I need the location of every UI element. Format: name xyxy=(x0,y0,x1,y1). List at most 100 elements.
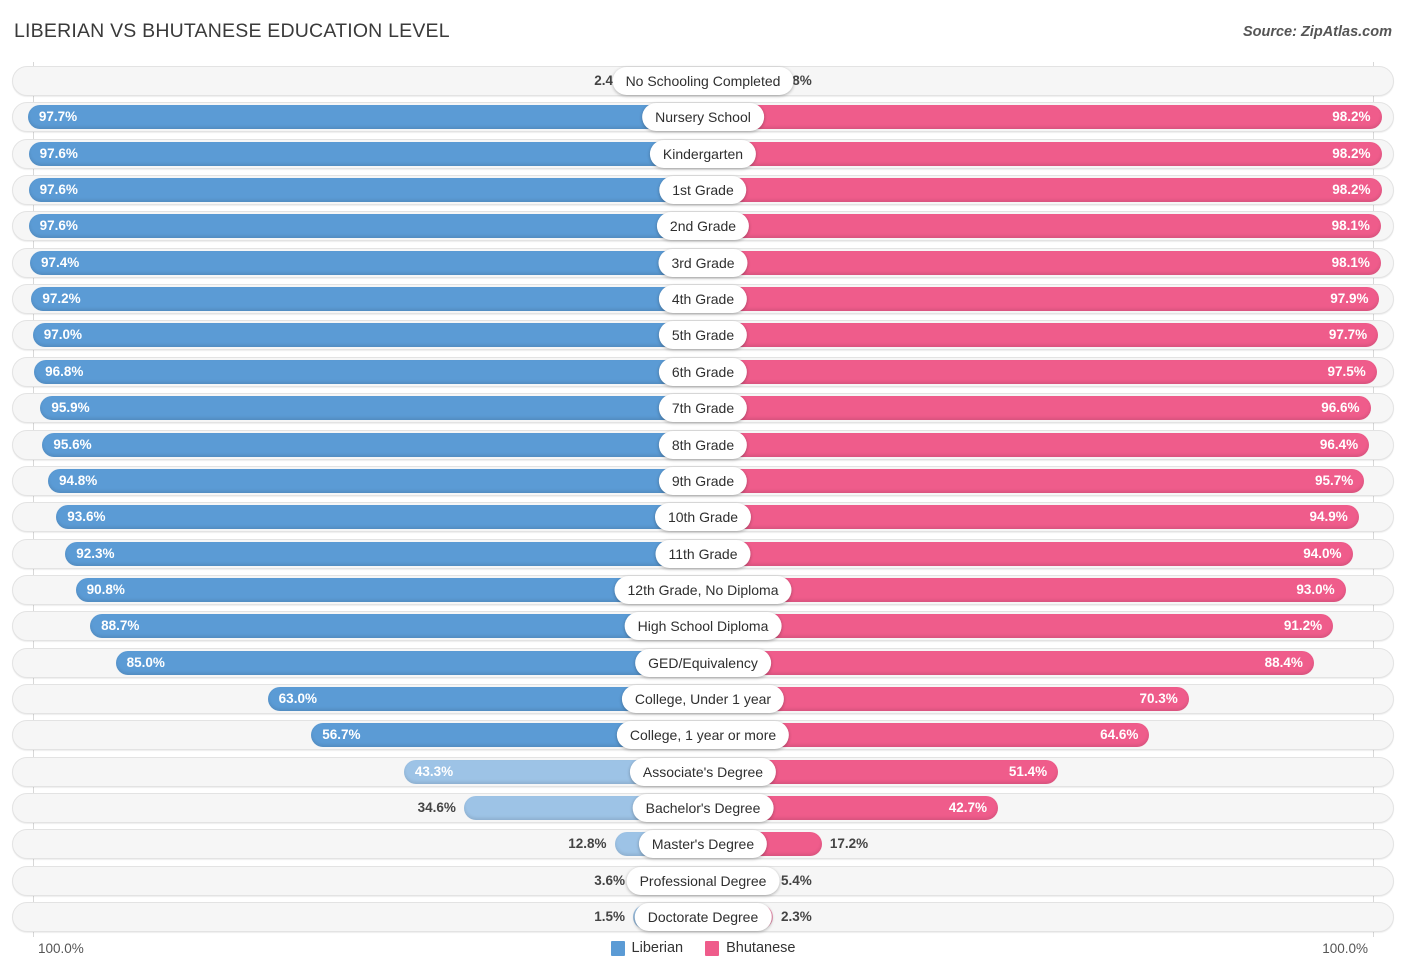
bar-bhutanese[interactable]: 98.1% xyxy=(703,214,1381,238)
table-row[interactable]: 2.4%1.8%No Schooling Completed xyxy=(12,66,1394,96)
chart-page: LIBERIAN VS BHUTANESE EDUCATION LEVEL So… xyxy=(0,0,1406,975)
bar-bhutanese[interactable]: 98.2% xyxy=(703,105,1382,129)
category-label: 5th Grade xyxy=(659,321,747,349)
table-row[interactable]: 97.6%98.2%1st Grade xyxy=(12,175,1394,205)
bar-liberian[interactable]: 92.3% xyxy=(65,542,703,566)
bar-liberian[interactable]: 96.8% xyxy=(34,360,703,384)
table-row[interactable]: 63.0% 70.3% College, Under 1 year xyxy=(12,684,1394,714)
bar-bhutanese[interactable]: 95.7% xyxy=(703,469,1364,493)
bar-bhutanese[interactable]: 97.5% xyxy=(703,360,1377,384)
bar-liberian[interactable]: 94.8% xyxy=(48,469,703,493)
bar-liberian[interactable]: 97.7% xyxy=(28,105,703,129)
category-label: No Schooling Completed xyxy=(613,67,794,95)
bar-liberian[interactable]: 95.9% xyxy=(40,396,703,420)
bar-value-liberian: 12.8% xyxy=(568,832,606,856)
table-row[interactable]: 92.3% 94.0%11th Grade xyxy=(12,539,1394,569)
bar-bhutanese[interactable]: 98.1% xyxy=(703,251,1381,275)
bar-liberian[interactable]: 97.6% xyxy=(29,214,703,238)
bar-bhutanese[interactable]: 93.0% xyxy=(703,578,1346,602)
bar-liberian[interactable]: 97.0% xyxy=(33,323,703,347)
bar-liberian[interactable]: 95.6% xyxy=(42,433,703,457)
bar-value-bhutanese: 2.3% xyxy=(781,905,812,929)
bar-value-bhutanese: 64.6% xyxy=(1100,723,1138,747)
bar-value-liberian: 43.3% xyxy=(415,760,453,784)
bar-liberian[interactable]: 97.4% xyxy=(30,251,703,275)
bar-value-bhutanese: 98.2% xyxy=(1332,105,1370,129)
bar-liberian[interactable]: 97.2% xyxy=(31,287,703,311)
bar-value-liberian: 3.6% xyxy=(594,869,625,893)
category-label: Bachelor's Degree xyxy=(633,794,774,822)
bar-value-liberian: 95.6% xyxy=(53,433,91,457)
category-label: 12th Grade, No Diploma xyxy=(615,576,792,604)
bar-liberian[interactable]: 90.8% xyxy=(76,578,703,602)
bar-liberian[interactable]: 85.0% xyxy=(116,651,703,675)
bar-bhutanese[interactable]: 94.9% xyxy=(703,505,1359,529)
category-label: Nursery School xyxy=(642,103,764,131)
legend-swatch-blue xyxy=(611,941,625,956)
legend-swatch-pink xyxy=(705,941,719,956)
category-label: College, Under 1 year xyxy=(622,685,784,713)
category-label: College, 1 year or more xyxy=(617,721,789,749)
bar-bhutanese[interactable]: 91.2% xyxy=(703,614,1333,638)
bar-bhutanese[interactable]: 98.2% xyxy=(703,178,1382,202)
bar-value-bhutanese: 96.6% xyxy=(1321,396,1359,420)
legend-item-bhutanese[interactable]: Bhutanese xyxy=(705,940,795,956)
table-row[interactable]: 97.7% 98.2% Nursery School xyxy=(12,102,1394,132)
table-row[interactable]: 1.5%2.3%Doctorate Degree xyxy=(12,902,1394,932)
table-row[interactable]: 97.2%97.9%4th Grade xyxy=(12,284,1394,314)
bar-liberian[interactable]: 97.6% xyxy=(29,142,703,166)
table-row[interactable]: 3.6%5.4%Professional Degree xyxy=(12,866,1394,896)
bar-value-liberian: 97.2% xyxy=(42,287,80,311)
category-label: 3rd Grade xyxy=(658,249,747,277)
table-row[interactable]: 97.6% 98.2%Kindergarten xyxy=(12,139,1394,169)
table-row[interactable]: 94.8%95.7%9th Grade xyxy=(12,466,1394,496)
table-row[interactable]: 90.8% 93.0% 12th Grade, No Diploma xyxy=(12,575,1394,605)
bar-bhutanese[interactable]: 98.2% xyxy=(703,142,1382,166)
bar-value-bhutanese: 96.4% xyxy=(1320,433,1358,457)
category-label: Associate's Degree xyxy=(630,758,776,786)
table-row[interactable]: 95.9%96.6%7th Grade xyxy=(12,393,1394,423)
bar-bhutanese[interactable]: 97.7% xyxy=(703,323,1378,347)
bar-value-bhutanese: 93.0% xyxy=(1296,578,1334,602)
table-row[interactable]: 93.6%94.9%10th Grade xyxy=(12,502,1394,532)
bar-bhutanese[interactable]: 96.6% xyxy=(703,396,1371,420)
bar-value-liberian: 95.9% xyxy=(51,396,89,420)
bar-value-bhutanese: 98.1% xyxy=(1332,214,1370,238)
bar-value-liberian: 63.0% xyxy=(279,687,317,711)
bar-value-bhutanese: 88.4% xyxy=(1265,651,1303,675)
category-label: 2nd Grade xyxy=(657,212,749,240)
table-row[interactable]: 97.0% 97.7% 5th Grade xyxy=(12,320,1394,350)
chart-legend: Liberian Bhutanese xyxy=(0,940,1406,956)
bar-liberian[interactable]: 93.6% xyxy=(56,505,703,529)
bar-bhutanese[interactable]: 96.4% xyxy=(703,433,1369,457)
bar-value-liberian: 97.6% xyxy=(40,178,78,202)
bar-bhutanese[interactable]: 97.9% xyxy=(703,287,1379,311)
category-label: 11th Grade xyxy=(655,540,750,568)
table-row[interactable]: 96.8%97.5%6th Grade xyxy=(12,357,1394,387)
bar-value-bhutanese: 98.2% xyxy=(1332,178,1370,202)
bar-value-bhutanese: 5.4% xyxy=(781,869,812,893)
bar-value-bhutanese: 70.3% xyxy=(1139,687,1177,711)
category-label: GED/Equivalency xyxy=(635,649,771,677)
bar-bhutanese[interactable]: 88.4% xyxy=(703,651,1314,675)
table-row[interactable]: 12.8%17.2%Master's Degree xyxy=(12,829,1394,859)
table-row[interactable]: 97.6% 98.1% 2nd Grade xyxy=(12,211,1394,241)
bar-value-liberian: 92.3% xyxy=(76,542,114,566)
source-attribution: Source: ZipAtlas.com xyxy=(1243,24,1392,40)
bar-value-bhutanese: 97.7% xyxy=(1329,323,1367,347)
bar-liberian[interactable]: 97.6% xyxy=(29,178,703,202)
table-row[interactable]: 43.3%51.4%Associate's Degree xyxy=(12,757,1394,787)
category-label: Kindergarten xyxy=(650,140,756,168)
category-label: Doctorate Degree xyxy=(635,903,772,931)
legend-item-liberian[interactable]: Liberian xyxy=(611,940,684,956)
table-row[interactable]: 95.6%96.4%8th Grade xyxy=(12,430,1394,460)
bar-bhutanese[interactable]: 94.0% xyxy=(703,542,1353,566)
table-row[interactable]: 56.7%64.6%College, 1 year or more xyxy=(12,720,1394,750)
table-row[interactable]: 34.6%42.7%Bachelor's Degree xyxy=(12,793,1394,823)
bar-liberian[interactable]: 88.7% xyxy=(90,614,703,638)
table-row[interactable]: 97.4%98.1%3rd Grade xyxy=(12,248,1394,278)
table-row[interactable]: 85.0% 88.4% GED/Equivalency xyxy=(12,648,1394,678)
legend-label: Bhutanese xyxy=(726,940,795,956)
bar-value-liberian: 97.6% xyxy=(40,142,78,166)
table-row[interactable]: 88.7%91.2%High School Diploma xyxy=(12,611,1394,641)
